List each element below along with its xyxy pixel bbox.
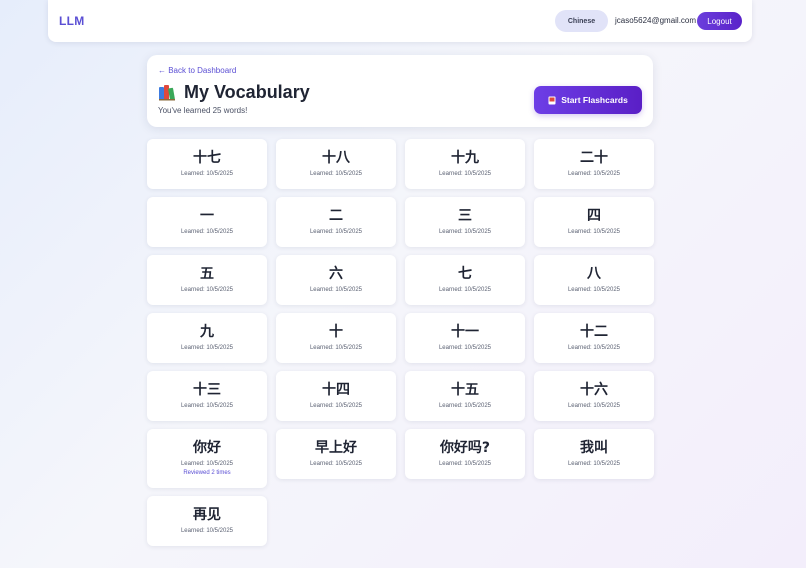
word-card[interactable]: 你好吗? Learned: 10/5/2025: [405, 429, 525, 479]
page-title: My Vocabulary: [184, 82, 310, 102]
word-text: 十九: [451, 150, 479, 166]
word-text: 八: [587, 266, 601, 282]
word-card[interactable]: 七 Learned: 10/5/2025: [405, 255, 525, 305]
learned-date: Learned: 10/5/2025: [567, 403, 621, 409]
word-card[interactable]: 六 Learned: 10/5/2025: [276, 255, 396, 305]
word-card[interactable]: 十六 Learned: 10/5/2025: [534, 371, 654, 421]
learned-date: Learned: 10/5/2025: [567, 229, 621, 235]
learned-date: Learned: 10/5/2025: [180, 171, 234, 177]
word-card[interactable]: 八 Learned: 10/5/2025: [534, 255, 654, 305]
learned-date: Learned: 10/5/2025: [180, 461, 234, 467]
word-card[interactable]: 一 Learned: 10/5/2025: [147, 197, 267, 247]
word-card[interactable]: 十九 Learned: 10/5/2025: [405, 139, 525, 189]
word-card[interactable]: 十五 Learned: 10/5/2025: [405, 371, 525, 421]
word-text: 十七: [193, 150, 221, 166]
word-card[interactable]: 四 Learned: 10/5/2025: [534, 197, 654, 247]
title-row: My Vocabulary: [158, 82, 310, 103]
word-card[interactable]: 十七 Learned: 10/5/2025: [147, 139, 267, 189]
learned-date: Learned: 10/5/2025: [567, 287, 621, 293]
user-email: jcaso5624@gmail.com: [615, 16, 697, 25]
learned-date: Learned: 10/5/2025: [309, 403, 363, 409]
learned-date: Learned: 10/5/2025: [180, 528, 234, 534]
word-text: 十四: [322, 382, 350, 398]
word-card[interactable]: 十三 Learned: 10/5/2025: [147, 371, 267, 421]
learned-date: Learned: 10/5/2025: [309, 229, 363, 235]
word-text: 六: [329, 266, 343, 282]
learned-date: Learned: 10/5/2025: [180, 403, 234, 409]
logo[interactable]: LLM: [59, 14, 85, 28]
start-flashcards-button[interactable]: Start Flashcards: [534, 86, 642, 114]
learned-date: Learned: 10/5/2025: [309, 171, 363, 177]
word-text: 九: [200, 324, 214, 340]
word-text: 十: [329, 324, 343, 340]
learned-date: Learned: 10/5/2025: [180, 229, 234, 235]
learned-date: Learned: 10/5/2025: [438, 229, 492, 235]
word-card[interactable]: 十四 Learned: 10/5/2025: [276, 371, 396, 421]
review-count: Reviewed 2 times: [183, 470, 231, 476]
word-text: 十六: [580, 382, 608, 398]
word-card[interactable]: 九 Learned: 10/5/2025: [147, 313, 267, 363]
vocabulary-grid: 十七 Learned: 10/5/2025 十八 Learned: 10/5/2025…: [147, 139, 654, 546]
learned-date: Learned: 10/5/2025: [180, 345, 234, 351]
learned-date: Learned: 10/5/2025: [438, 461, 492, 467]
word-text: 三: [458, 208, 472, 224]
word-text: 二十: [580, 150, 608, 166]
word-text: 二: [329, 208, 343, 224]
logout-button[interactable]: Logout: [697, 12, 742, 30]
word-card[interactable]: 十二 Learned: 10/5/2025: [534, 313, 654, 363]
card-icon: [548, 96, 556, 104]
learned-date: Learned: 10/5/2025: [438, 287, 492, 293]
learned-date: Learned: 10/5/2025: [309, 287, 363, 293]
back-to-dashboard-link[interactable]: ← Back to Dashboard: [158, 66, 236, 75]
word-text: 十八: [322, 150, 350, 166]
word-card[interactable]: 二十 Learned: 10/5/2025: [534, 139, 654, 189]
learned-date: Learned: 10/5/2025: [567, 345, 621, 351]
word-text: 五: [200, 266, 214, 282]
learned-date: Learned: 10/5/2025: [180, 287, 234, 293]
learned-date: Learned: 10/5/2025: [309, 461, 363, 467]
word-text: 十三: [193, 382, 221, 398]
books-icon: [159, 85, 175, 101]
word-text: 我叫: [580, 440, 608, 456]
word-card[interactable]: 早上好 Learned: 10/5/2025: [276, 429, 396, 479]
learned-date: Learned: 10/5/2025: [438, 345, 492, 351]
word-card[interactable]: 二 Learned: 10/5/2025: [276, 197, 396, 247]
word-text: 十一: [451, 324, 479, 340]
word-text: 十五: [451, 382, 479, 398]
word-card[interactable]: 五 Learned: 10/5/2025: [147, 255, 267, 305]
top-nav-bar: LLM Chinese jcaso5624@gmail.com Logout: [48, 0, 752, 42]
word-card[interactable]: 三 Learned: 10/5/2025: [405, 197, 525, 247]
vocabulary-header-card: ← Back to Dashboard My Vocabulary You've…: [147, 55, 653, 127]
language-selector[interactable]: Chinese: [555, 10, 608, 32]
word-card[interactable]: 我叫 Learned: 10/5/2025: [534, 429, 654, 479]
word-card[interactable]: 十 Learned: 10/5/2025: [276, 313, 396, 363]
word-text: 十二: [580, 324, 608, 340]
learned-date: Learned: 10/5/2025: [438, 171, 492, 177]
word-text: 再见: [193, 507, 221, 523]
word-card[interactable]: 你好 Learned: 10/5/2025 Reviewed 2 times: [147, 429, 267, 488]
word-card[interactable]: 再见 Learned: 10/5/2025: [147, 496, 267, 546]
word-text: 一: [200, 208, 214, 224]
learned-date: Learned: 10/5/2025: [567, 461, 621, 467]
word-text: 四: [587, 208, 601, 224]
learned-date: Learned: 10/5/2025: [567, 171, 621, 177]
word-text: 你好: [193, 440, 221, 456]
learned-date: Learned: 10/5/2025: [438, 403, 492, 409]
word-text: 早上好: [315, 440, 357, 456]
words-learned-count: You've learned 25 words!: [158, 106, 248, 115]
word-card[interactable]: 十一 Learned: 10/5/2025: [405, 313, 525, 363]
word-card[interactable]: 十八 Learned: 10/5/2025: [276, 139, 396, 189]
word-text: 七: [458, 266, 472, 282]
word-text: 你好吗?: [439, 440, 491, 456]
start-flashcards-label: Start Flashcards: [561, 95, 628, 105]
learned-date: Learned: 10/5/2025: [309, 345, 363, 351]
